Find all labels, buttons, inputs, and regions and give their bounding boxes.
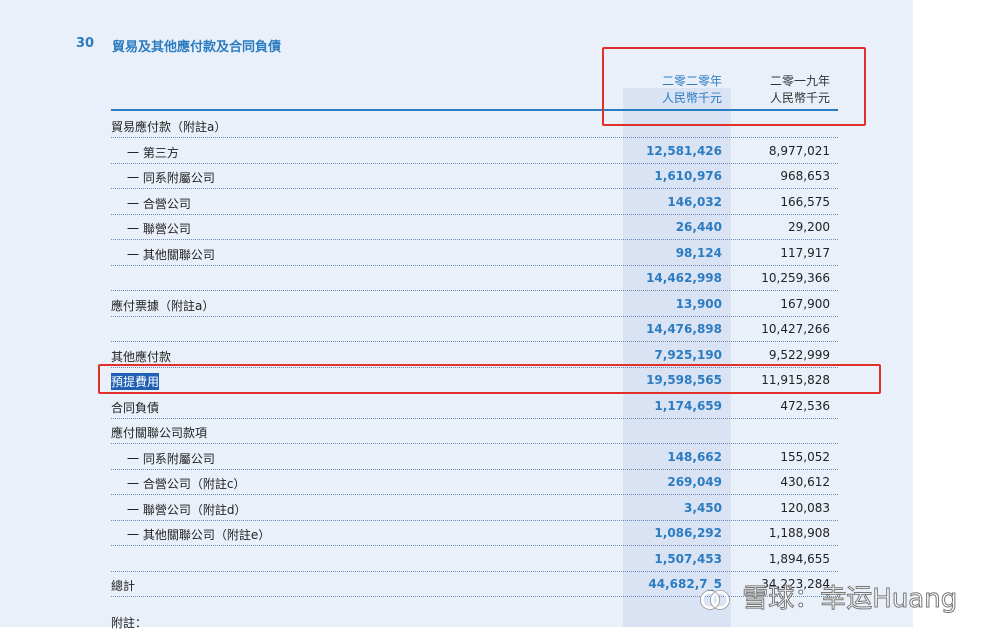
value-2020: 3,450 bbox=[684, 500, 722, 515]
row-label: 合同負債 bbox=[111, 400, 160, 415]
row-label: 總計 bbox=[111, 579, 136, 593]
table-row: 一 其他關聯公司 98,124 117,917 bbox=[111, 241, 838, 266]
value-2020: 146,032 bbox=[667, 194, 722, 209]
value-2020: 98,124 bbox=[675, 245, 722, 260]
notes-label: 附註： bbox=[111, 616, 148, 630]
table-row: 14,476,898 10,427,266 bbox=[111, 317, 838, 342]
value-2019: 1,188,908 bbox=[768, 526, 830, 540]
value-2019: 472,536 bbox=[780, 398, 830, 413]
table-row: 一 聯營公司 26,440 29,200 bbox=[111, 215, 838, 240]
value-2019: 10,259,366 bbox=[761, 271, 830, 285]
watermark: 雪球：幸运Huang bbox=[700, 578, 958, 615]
table-row: 應付關聯公司款項 bbox=[111, 419, 838, 444]
table-row: 一 聯營公司（附註d） 3,450 120,083 bbox=[111, 496, 838, 521]
row-label: 一 其他關聯公司 bbox=[127, 247, 215, 262]
value-2020: 269,049 bbox=[667, 475, 722, 489]
row-label: 其他應付款 bbox=[111, 349, 172, 364]
table-row: 一 同系附屬公司 1,610,976 968,653 bbox=[111, 164, 838, 189]
table-row: 合同負債 1,174,659 472,536 bbox=[111, 394, 838, 419]
row-label: 一 聯營公司 bbox=[127, 222, 191, 236]
table-row: 一 其他關聯公司（附註e） 1,086,292 1,188,908 bbox=[111, 521, 838, 546]
value-2019: 166,575 bbox=[780, 194, 830, 209]
value-2019: 29,200 bbox=[788, 220, 830, 234]
value-2020: 7,925,190 bbox=[654, 347, 722, 362]
watermark-text: 雪球：幸运Huang bbox=[742, 584, 958, 615]
row-label: 一 第三方 bbox=[127, 145, 179, 160]
value-2020: 14,462,998 bbox=[646, 271, 722, 285]
value-2019: 10,427,266 bbox=[761, 322, 830, 336]
value-2019: 9,522,999 bbox=[768, 347, 830, 362]
row-label: 一 同系附屬公司 bbox=[127, 451, 215, 466]
value-2019: 155,052 bbox=[780, 449, 830, 464]
value-2019: 117,917 bbox=[780, 245, 830, 260]
right-gutter bbox=[913, 0, 999, 627]
value-2019: 120,083 bbox=[780, 500, 830, 515]
annotation-box-column-headers bbox=[602, 47, 866, 126]
value-2020: 1,086,292 bbox=[654, 526, 722, 540]
table-row: 一 第三方 12,581,426 8,977,021 bbox=[111, 139, 838, 164]
value-2020: 26,440 bbox=[675, 220, 722, 234]
table-row: 一 合營公司（附註c） 269,049 430,612 bbox=[111, 470, 838, 495]
value-2019: 430,612 bbox=[780, 475, 830, 489]
table-row: 一 合營公司 146,032 166,575 bbox=[111, 190, 838, 215]
table-row: 應付票據（附註a） 13,900 167,900 bbox=[111, 292, 838, 317]
section-title: 貿易及其他應付款及合同負債 bbox=[112, 40, 282, 55]
value-2020: 148,662 bbox=[667, 449, 722, 464]
table-row: 一 同系附屬公司 148,662 155,052 bbox=[111, 445, 838, 470]
row-label: 一 同系附屬公司 bbox=[127, 171, 215, 185]
annotation-box-accrued-expenses bbox=[98, 364, 881, 394]
value-2019: 968,653 bbox=[780, 169, 830, 183]
row-label: 一 聯營公司（附註d） bbox=[127, 502, 247, 517]
row-label: 貿易應付款（附註a） bbox=[111, 120, 227, 134]
value-2020: 1,174,659 bbox=[654, 398, 722, 413]
table-row: 14,462,998 10,259,366 bbox=[111, 266, 838, 291]
row-label: 一 合營公司 bbox=[127, 196, 191, 211]
value-2020: 14,476,898 bbox=[646, 322, 722, 336]
value-2020: 1,507,453 bbox=[654, 551, 722, 566]
value-2020: 12,581,426 bbox=[646, 143, 722, 158]
value-2019: 167,900 bbox=[780, 296, 830, 311]
snowball-logo-icon bbox=[700, 589, 730, 610]
section-number: 30 bbox=[76, 36, 95, 51]
row-label: 一 其他關聯公司（附註e） bbox=[127, 528, 271, 542]
value-2019: 1,894,655 bbox=[768, 551, 830, 566]
value-2019: 8,977,021 bbox=[768, 143, 830, 158]
value-2020: 13,900 bbox=[675, 296, 722, 311]
row-label: 一 合營公司（附註c） bbox=[127, 477, 246, 491]
table-row: 1,507,453 1,894,655 bbox=[111, 547, 838, 572]
row-label: 應付票據（附註a） bbox=[111, 298, 215, 313]
value-2020: 1,610,976 bbox=[654, 169, 722, 183]
row-label: 應付關聯公司款項 bbox=[111, 426, 208, 440]
